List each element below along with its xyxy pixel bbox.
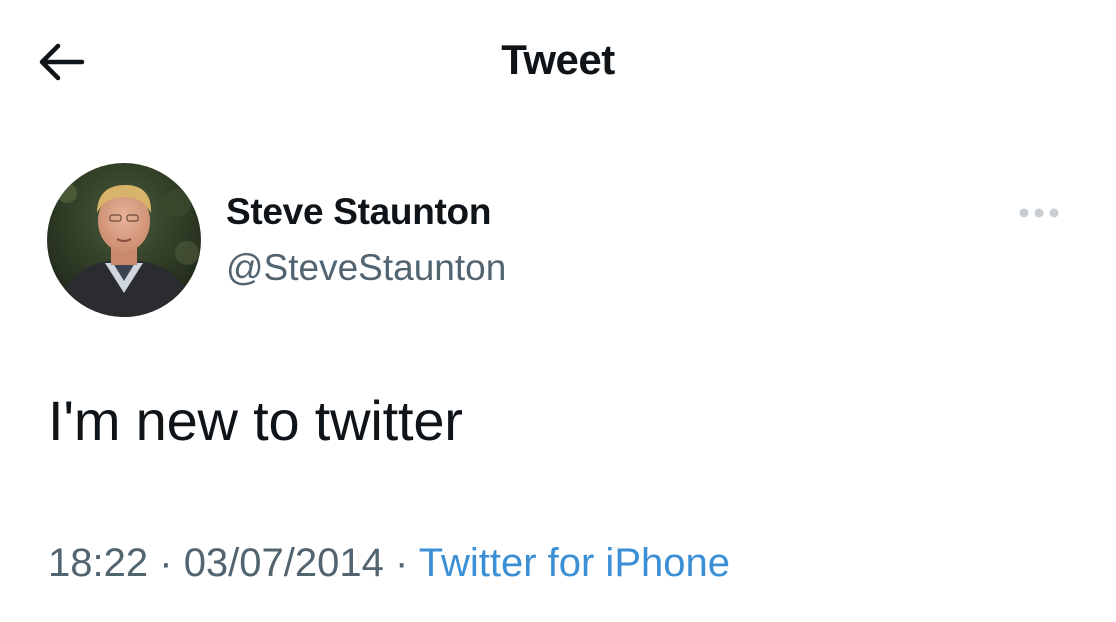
more-horizontal-icon [1019,208,1059,218]
avatar[interactable] [47,163,201,317]
tweet-date: 03/07/2014 [183,541,384,585]
meta-separator: · [395,541,409,585]
tweet-text: I'm new to twitter [48,389,463,452]
top-bar: Tweet [0,0,1116,124]
tweet-time: 18:22 [48,541,149,585]
tweet-source-link[interactable]: Twitter for iPhone [419,541,730,585]
author-name[interactable]: Steve Staunton [226,191,491,233]
more-options-button[interactable] [1014,196,1064,230]
tweet-meta: 18:22 · 03/07/2014 · Twitter for iPhone [48,541,730,586]
meta-separator: · [159,541,173,585]
author-handle[interactable]: @SteveStaunton [226,247,506,289]
page-title: Tweet [501,36,615,83]
avatar-photo [47,163,201,317]
